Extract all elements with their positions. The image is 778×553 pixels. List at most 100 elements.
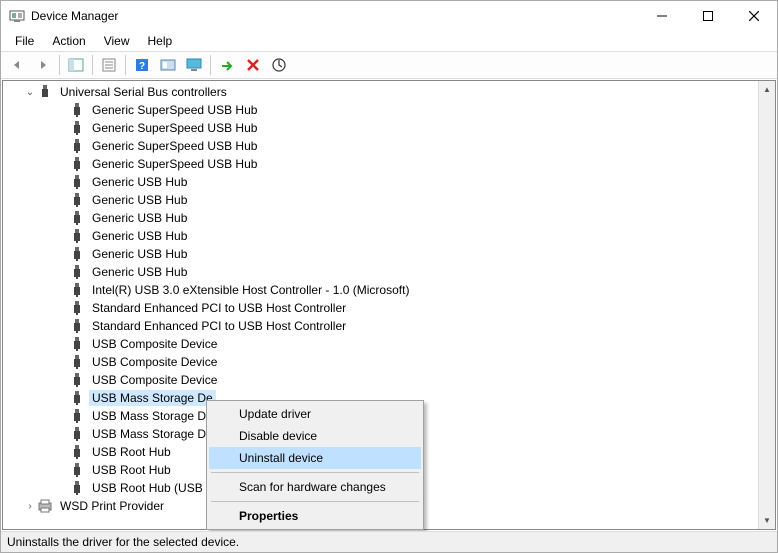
tree-device[interactable]: USB Composite Device <box>3 371 775 389</box>
category-label: Universal Serial Bus controllers <box>57 84 230 100</box>
device-label: Generic USB Hub <box>89 264 190 280</box>
usb-device-icon <box>69 300 85 316</box>
tree-device[interactable]: Generic SuperSpeed USB Hub <box>3 155 775 173</box>
help-button[interactable]: ? <box>130 54 154 76</box>
usb-device-icon <box>69 228 85 244</box>
back-button[interactable] <box>5 54 29 76</box>
ctx-separator <box>211 472 419 473</box>
toolbar-separator <box>125 55 126 75</box>
window-controls <box>639 1 777 31</box>
expander-icon[interactable]: › <box>23 501 37 512</box>
ctx-separator <box>211 501 419 502</box>
ctx-scan-hardware[interactable]: Scan for hardware changes <box>209 476 421 498</box>
device-label: Generic SuperSpeed USB Hub <box>89 138 260 154</box>
tree-device[interactable]: Generic USB Hub <box>3 209 775 227</box>
device-label: USB Mass Storage De <box>89 426 216 442</box>
close-button[interactable] <box>731 1 777 31</box>
device-label: USB Root Hub <box>89 462 174 478</box>
context-menu: Update driver Disable device Uninstall d… <box>206 400 424 530</box>
menu-action[interactable]: Action <box>44 32 93 50</box>
usb-device-icon <box>69 318 85 334</box>
menu-view[interactable]: View <box>96 32 138 50</box>
device-label: USB Root Hub (USB 3 <box>89 480 216 496</box>
category-label: WSD Print Provider <box>57 498 167 514</box>
usb-device-icon <box>69 444 85 460</box>
tree-device[interactable]: Generic USB Hub <box>3 245 775 263</box>
tree-device[interactable]: USB Composite Device <box>3 335 775 353</box>
usb-device-icon <box>69 372 85 388</box>
device-label: USB Composite Device <box>89 372 220 388</box>
usb-device-icon <box>69 390 85 406</box>
usb-device-icon <box>69 408 85 424</box>
usb-device-icon <box>69 102 85 118</box>
device-label: Generic SuperSpeed USB Hub <box>89 120 260 136</box>
tree-device[interactable]: Generic SuperSpeed USB Hub <box>3 119 775 137</box>
update-driver-button[interactable] <box>267 54 291 76</box>
scrollbar[interactable]: ▲ ▼ <box>758 81 775 529</box>
scroll-down-icon[interactable]: ▼ <box>759 512 775 529</box>
tree-device[interactable]: Intel(R) USB 3.0 eXtensible Host Control… <box>3 281 775 299</box>
titlebar: Device Manager <box>1 1 777 31</box>
usb-device-icon <box>69 138 85 154</box>
statusbar-text: Uninstalls the driver for the selected d… <box>7 535 239 549</box>
device-label: Standard Enhanced PCI to USB Host Contro… <box>89 300 349 316</box>
ctx-update-driver[interactable]: Update driver <box>209 403 421 425</box>
device-label: USB Composite Device <box>89 354 220 370</box>
scan-hardware-button[interactable] <box>156 54 180 76</box>
device-label: Generic USB Hub <box>89 210 190 226</box>
device-label: Standard Enhanced PCI to USB Host Contro… <box>89 318 349 334</box>
device-label: Generic SuperSpeed USB Hub <box>89 156 260 172</box>
minimize-button[interactable] <box>639 1 685 31</box>
tree-device[interactable]: Generic USB Hub <box>3 191 775 209</box>
maximize-button[interactable] <box>685 1 731 31</box>
tree-device[interactable]: Generic USB Hub <box>3 227 775 245</box>
ctx-properties[interactable]: Properties <box>209 505 421 527</box>
device-label: Generic USB Hub <box>89 192 190 208</box>
usb-device-icon <box>69 462 85 478</box>
tree-category[interactable]: ⌄ Universal Serial Bus controllers <box>3 83 775 101</box>
statusbar: Uninstalls the driver for the selected d… <box>1 531 777 552</box>
tree-device[interactable]: Generic SuperSpeed USB Hub <box>3 137 775 155</box>
usb-device-icon <box>69 264 85 280</box>
enable-device-button[interactable] <box>215 54 239 76</box>
properties-button[interactable] <box>97 54 121 76</box>
tree-device[interactable]: Generic USB Hub <box>3 263 775 281</box>
scroll-up-icon[interactable]: ▲ <box>759 81 775 98</box>
window-title: Device Manager <box>31 9 639 23</box>
usb-device-icon <box>69 354 85 370</box>
ctx-uninstall-device[interactable]: Uninstall device <box>209 447 421 469</box>
device-label: USB Composite Device <box>89 336 220 352</box>
tree-device[interactable]: USB Composite Device <box>3 353 775 371</box>
toolbar-separator <box>210 55 211 75</box>
devmgr-icon <box>9 8 25 24</box>
show-hide-tree-button[interactable] <box>64 54 88 76</box>
expander-icon[interactable]: ⌄ <box>23 87 37 98</box>
device-label: USB Mass Storage De <box>89 390 216 406</box>
usb-device-icon <box>69 426 85 442</box>
menu-help[interactable]: Help <box>140 32 181 50</box>
uninstall-device-button[interactable] <box>241 54 265 76</box>
toolbar-separator <box>92 55 93 75</box>
printer-icon <box>37 498 53 514</box>
tree-device[interactable]: Standard Enhanced PCI to USB Host Contro… <box>3 299 775 317</box>
tree-device[interactable]: Generic USB Hub <box>3 173 775 191</box>
usb-device-icon <box>69 192 85 208</box>
usb-device-icon <box>69 246 85 262</box>
device-label: USB Root Hub <box>89 444 174 460</box>
toolbar-separator <box>59 55 60 75</box>
menubar: File Action View Help <box>1 31 777 51</box>
usb-device-icon <box>69 336 85 352</box>
menu-file[interactable]: File <box>7 32 42 50</box>
device-label: USB Mass Storage De <box>89 408 216 424</box>
tree-device[interactable]: Standard Enhanced PCI to USB Host Contro… <box>3 317 775 335</box>
usb-device-icon <box>69 282 85 298</box>
device-label: Intel(R) USB 3.0 eXtensible Host Control… <box>89 282 412 298</box>
device-label: Generic SuperSpeed USB Hub <box>89 102 260 118</box>
monitor-icon[interactable] <box>182 54 206 76</box>
usb-controller-icon <box>37 84 53 100</box>
forward-button[interactable] <box>31 54 55 76</box>
usb-device-icon <box>69 174 85 190</box>
tree-device[interactable]: Generic SuperSpeed USB Hub <box>3 101 775 119</box>
usb-device-icon <box>69 210 85 226</box>
ctx-disable-device[interactable]: Disable device <box>209 425 421 447</box>
